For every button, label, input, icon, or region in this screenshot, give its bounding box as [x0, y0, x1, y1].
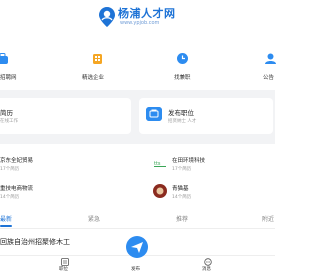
nav-item-parttime[interactable]: 找兼职 — [170, 44, 200, 90]
user-icon — [265, 53, 276, 64]
tab-urgent[interactable]: 紧急 — [88, 214, 100, 223]
company-name: 青猫基 — [172, 186, 189, 192]
bottom-tab-publish[interactable]: 发布 — [126, 256, 146, 275]
list-icon — [61, 258, 69, 266]
nav-item-notice[interactable]: 公告 — [255, 44, 277, 90]
resume-card[interactable]: 简历 在线工作 — [0, 98, 131, 134]
building-icon — [93, 54, 102, 64]
resume-card-title: 简历 — [0, 109, 13, 117]
briefcase-icon — [0, 53, 8, 64]
nav-label: 找兼职 — [174, 75, 191, 81]
post-job-title: 发布职位 — [168, 109, 194, 117]
company-logo-icon — [153, 184, 167, 198]
company-list: 京东全妃贸易 17个简历 tts 在田环境科技 17个简历 重技电商物流 14个… — [0, 146, 275, 208]
company-name: 重技电商物流 — [0, 186, 34, 192]
company-count: 14个简历 — [172, 195, 192, 200]
quick-cards: 简历 在线工作 发布职位 招贤纳士 人才 — [0, 96, 275, 138]
nav-item-jobs[interactable]: 招聘网 — [0, 44, 40, 90]
company-item[interactable]: 京东全妃贸易 17个简历 — [0, 152, 130, 178]
site-title: 杨浦人才网 — [118, 7, 176, 20]
tab-latest[interactable]: 最新 — [0, 214, 12, 223]
company-item[interactable]: tts 在田环境科技 17个简历 — [150, 152, 275, 178]
job-list-item-title[interactable]: 回族自治州招聚修木工 — [0, 237, 70, 247]
bottom-tab-label: 职位 — [59, 267, 68, 272]
nav-label: 公告 — [263, 75, 275, 81]
nav-label: 精选企业 — [82, 75, 105, 81]
bottom-tab-label: 发布 — [131, 267, 140, 272]
company-logo-icon: tts — [152, 155, 168, 171]
message-icon — [204, 258, 212, 266]
tab-nearby[interactable]: 附近 — [262, 214, 274, 223]
nav-item-companies[interactable]: 精选企业 — [80, 44, 120, 90]
company-count: 17个简历 — [172, 167, 192, 172]
divider — [0, 138, 275, 144]
company-name: 在田环境科技 — [172, 158, 206, 164]
post-job-sub: 招贤纳士 人才 — [168, 119, 197, 124]
site-url: www.ypjob.com — [120, 20, 160, 26]
company-count: 17个简历 — [0, 167, 20, 172]
logo-icon — [99, 7, 115, 27]
post-job-card[interactable]: 发布职位 招贤纳士 人才 — [139, 98, 273, 134]
active-tab-indicator — [0, 225, 12, 227]
bottom-tab-bar: 职位 发布 消息 — [0, 255, 275, 275]
category-nav: 招聘网 精选企业 找兼职 公告 — [0, 44, 277, 90]
bottom-tab-messages[interactable]: 消息 — [198, 256, 218, 275]
company-name: 京东全妃贸易 — [0, 158, 34, 164]
company-count: 14个简历 — [0, 195, 20, 200]
nav-label: 招聘网 — [0, 75, 17, 81]
resume-card-sub: 在线工作 — [0, 119, 18, 124]
send-icon[interactable] — [126, 236, 148, 258]
company-item[interactable]: 重技电商物流 14个简历 — [0, 180, 130, 206]
post-icon — [146, 107, 162, 121]
clock-icon — [177, 53, 188, 64]
company-item[interactable]: 青猫基 14个简历 — [150, 180, 275, 206]
job-tabs: 最新 紧急 推荐 附近 — [0, 211, 275, 229]
bottom-tab-label: 消息 — [202, 267, 211, 272]
bottom-tab-jobs[interactable]: 职位 — [55, 256, 75, 275]
tab-recommended[interactable]: 推荐 — [176, 214, 188, 223]
app-header: 杨浦人才网 www.ypjob.com — [0, 0, 275, 42]
